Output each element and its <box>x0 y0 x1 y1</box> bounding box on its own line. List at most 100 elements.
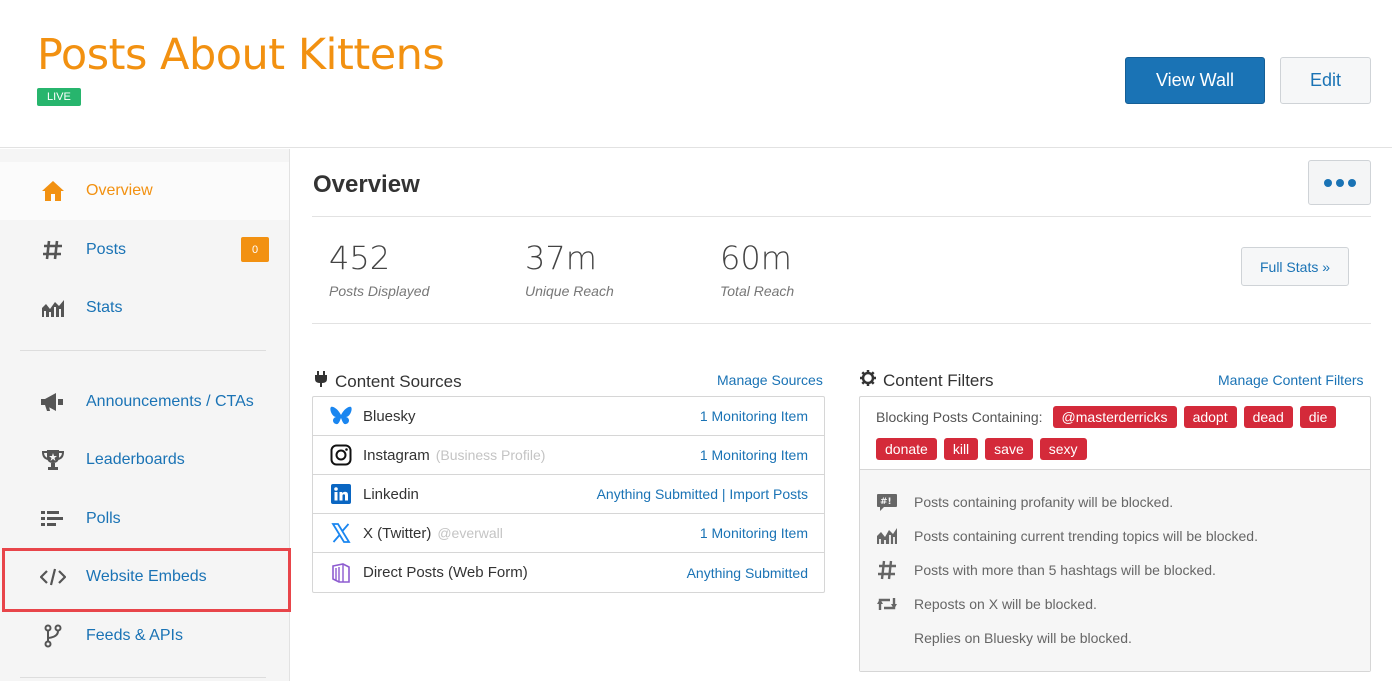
sidebar-item-announcements[interactable]: Announcements / CTAs <box>0 373 289 431</box>
stat-unique-reach: 37m Unique Reach <box>525 239 614 299</box>
source-row-instagram: Instagram (Business Profile) 1 Monitoring… <box>313 436 824 475</box>
sidebar-item-polls[interactable]: Polls <box>0 490 289 548</box>
stat-posts-displayed: 452 Posts Displayed <box>329 239 429 299</box>
source-monitoring-link[interactable]: 1 Monitoring Item <box>700 525 808 541</box>
main-content: Overview 452 Posts Displayed 37m Unique … <box>291 149 1392 681</box>
filter-rule: Posts with more than 5 hashtags will be … <box>860 553 1370 587</box>
sidebar-item-label: Polls <box>86 510 121 527</box>
source-subtitle: @everwall <box>437 524 503 541</box>
source-row-direct-posts: Direct Posts (Web Form) Anything Submitt… <box>313 553 824 592</box>
dot-icon <box>1347 178 1356 187</box>
trophy-icon <box>40 447 66 473</box>
source-monitoring-link[interactable]: 1 Monitoring Item <box>700 447 808 463</box>
chart-icon <box>40 295 66 321</box>
web-form-icon <box>330 562 352 584</box>
gear-icon <box>860 370 876 391</box>
view-wall-button[interactable]: View Wall <box>1125 57 1265 104</box>
profanity-icon: #! <box>876 492 898 512</box>
content-sources-heading: Content Sources <box>314 370 462 393</box>
sidebar-item-label: Stats <box>86 299 123 316</box>
blocked-tag: save <box>985 438 1033 460</box>
trending-icon <box>876 526 898 546</box>
rule-text: Posts containing current trending topics… <box>914 528 1258 544</box>
stat-total-reach: 60m Total Reach <box>720 239 794 299</box>
x-twitter-icon <box>330 522 352 544</box>
sidebar-item-feeds-apis[interactable]: Feeds & APIs <box>0 607 289 665</box>
blocked-tag: die <box>1299 406 1337 428</box>
plug-icon <box>314 370 328 393</box>
rule-text: Posts with more than 5 hashtags will be … <box>914 562 1216 578</box>
rule-text: Posts containing profanity will be block… <box>914 494 1174 510</box>
blocked-tag: @masterderricks <box>1052 406 1177 428</box>
sidebar-item-stats[interactable]: Stats <box>0 279 289 337</box>
source-row-linkedin: Linkedin Anything Submitted | Import Pos… <box>313 475 824 514</box>
content-filters-title: Content Filters <box>883 370 994 390</box>
sidebar-item-posts[interactable]: Posts 0 <box>0 221 289 279</box>
content-sources-list: Bluesky 1 Monitoring Item Instagram (Busi… <box>312 396 825 593</box>
source-name: X (Twitter) @everwall <box>363 524 503 542</box>
source-monitoring-link[interactable]: 1 Monitoring Item <box>700 408 808 424</box>
source-name: Direct Posts (Web Form) <box>363 564 528 581</box>
list-icon <box>40 506 66 532</box>
bluesky-icon <box>330 405 352 427</box>
blocked-keywords: Blocking Posts Containing: @masterderric… <box>860 397 1370 470</box>
sidebar-item-leaderboards[interactable]: Leaderboards <box>0 431 289 489</box>
repost-icon <box>876 594 898 614</box>
sidebar-item-label: Posts <box>86 241 127 258</box>
hashtag-icon <box>876 560 898 580</box>
section-title: Overview <box>313 171 420 198</box>
page-title: Posts About Kittens <box>37 30 445 80</box>
sidebar-divider <box>20 677 266 678</box>
stat-value: 60m <box>720 239 792 277</box>
sidebar-item-label: Leaderboards <box>86 451 185 468</box>
sidebar-item-overview[interactable]: Overview <box>0 162 289 220</box>
fork-icon <box>40 623 66 649</box>
stat-caption: Unique Reach <box>525 283 614 299</box>
blocking-label: Blocking Posts Containing: <box>876 409 1043 425</box>
source-name: Bluesky <box>363 407 416 425</box>
source-name: Linkedin <box>363 485 419 503</box>
filter-rule: Posts containing current trending topics… <box>860 519 1370 553</box>
sidebar-divider <box>20 350 266 351</box>
content-sources-title: Content Sources <box>335 371 462 391</box>
source-name: Instagram (Business Profile) <box>363 446 546 464</box>
sidebar-item-label: Overview <box>86 182 153 199</box>
sidebar-item-label: Announcements / CTAs <box>86 393 254 410</box>
status-badge: LIVE <box>37 88 81 106</box>
blocked-tag: kill <box>943 438 979 460</box>
rule-text: Reposts on X will be blocked. <box>914 596 1097 612</box>
divider <box>312 216 1371 217</box>
source-monitoring-link[interactable]: Anything Submitted | Import Posts <box>597 486 808 502</box>
dot-icon <box>1335 178 1344 187</box>
instagram-icon <box>330 444 352 466</box>
rule-text: Replies on Bluesky will be blocked. <box>914 630 1132 646</box>
dot-icon <box>1323 178 1332 187</box>
filter-rule: #! Posts containing profanity will be bl… <box>860 485 1370 519</box>
blocked-tag: dead <box>1243 406 1293 428</box>
blocked-tag: sexy <box>1039 438 1087 460</box>
website-embeds-highlight <box>2 548 291 612</box>
megaphone-icon <box>40 389 66 415</box>
source-subtitle: (Business Profile) <box>435 446 546 463</box>
more-options-button[interactable] <box>1308 160 1371 205</box>
full-stats-button[interactable]: Full Stats » <box>1241 247 1349 286</box>
svg-text:#!: #! <box>880 497 892 507</box>
manage-content-filters-link[interactable]: Manage Content Filters <box>1218 372 1364 388</box>
manage-sources-link[interactable]: Manage Sources <box>717 372 823 388</box>
blocked-tag: donate <box>876 438 937 460</box>
stat-caption: Posts Displayed <box>329 283 430 299</box>
source-monitoring-link[interactable]: Anything Submitted <box>687 565 808 581</box>
filter-rules: #! Posts containing profanity will be bl… <box>860 470 1370 671</box>
stat-value: 37m <box>525 239 597 277</box>
sidebar-item-label: Feeds & APIs <box>86 627 183 644</box>
source-row-x-twitter: X (Twitter) @everwall 1 Monitoring Item <box>313 514 824 553</box>
stat-value: 452 <box>329 239 391 277</box>
hashtag-icon <box>40 237 66 263</box>
content-filters-panel: Blocking Posts Containing: @masterderric… <box>859 396 1371 672</box>
edit-button[interactable]: Edit <box>1280 57 1371 104</box>
divider <box>312 323 1371 324</box>
filter-rule: Reposts on X will be blocked. <box>860 587 1370 621</box>
content-filters-heading: Content Filters <box>860 370 994 391</box>
linkedin-icon <box>330 483 352 505</box>
source-row-bluesky: Bluesky 1 Monitoring Item <box>313 397 824 436</box>
